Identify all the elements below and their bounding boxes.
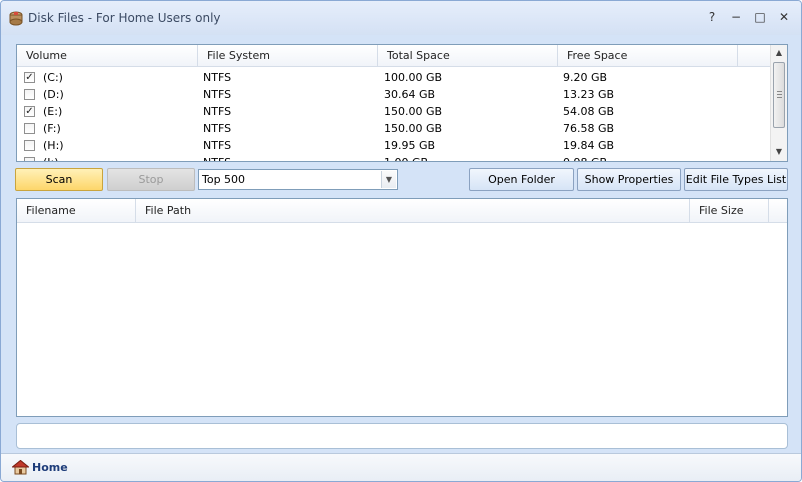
volume-cell-volume: (I:) [43, 156, 59, 161]
scroll-up-arrow-icon[interactable]: ▲ [771, 46, 787, 60]
volume-row[interactable]: ✓ (E:) NTFS 150.00 GB 54.08 GB [17, 103, 769, 120]
column-header-volume[interactable]: Volume [17, 45, 198, 67]
volume-cell-total: 1.00 GB [384, 156, 428, 161]
volume-cell-total: 150.00 GB [384, 122, 443, 135]
stop-button[interactable]: Stop [107, 168, 195, 191]
volume-cell-fs: NTFS [203, 156, 231, 161]
volume-cell-volume: (F:) [43, 122, 61, 135]
volume-cell-fs: NTFS [203, 105, 232, 118]
volume-cell-total: 19.95 GB [384, 139, 436, 152]
volume-checkbox[interactable]: ✓ [24, 106, 35, 117]
volume-cell-total: 30.64 GB [384, 88, 436, 101]
volume-row[interactable]: (F:) NTFS 150.00 GB 76.58 GB [17, 120, 769, 137]
volume-cell-fs: NTFS [203, 88, 232, 101]
volume-checkbox[interactable] [24, 140, 35, 151]
status-field [16, 423, 788, 449]
volume-cell-total: 150.00 GB [384, 105, 443, 118]
files-header: Filename File Path File Size [17, 199, 787, 223]
navigation-bar: Home [1, 453, 801, 481]
volume-cell-volume: (D:) [43, 88, 64, 101]
volume-checkbox[interactable] [24, 157, 35, 161]
volume-cell-fs: NTFS [203, 122, 232, 135]
edit-file-types-button[interactable]: Edit File Types List [684, 168, 788, 191]
top-count-select[interactable]: Top 500 ▼ [198, 169, 398, 190]
column-header-filename[interactable]: Filename [17, 199, 136, 223]
show-properties-button[interactable]: Show Properties [577, 168, 681, 191]
window-title: Disk Files - For Home Users only [28, 11, 221, 25]
help-button[interactable]: ? [704, 9, 720, 25]
volume-cell-free: 76.58 GB [563, 122, 615, 135]
volumes-header: Volume File System Total Space Free Spac… [17, 45, 771, 67]
scroll-down-arrow-icon[interactable]: ▼ [771, 145, 787, 159]
volume-row[interactable]: (D:) NTFS 30.64 GB 13.23 GB [17, 86, 769, 103]
open-folder-button[interactable]: Open Folder [469, 168, 574, 191]
close-button[interactable]: ✕ [776, 9, 792, 25]
scan-button[interactable]: Scan [15, 168, 103, 191]
top-count-value: Top 500 [202, 173, 246, 186]
chevron-down-icon[interactable]: ▼ [381, 171, 396, 188]
title-bar[interactable]: Disk Files - For Home Users only ? − □ ✕ [1, 1, 801, 35]
column-header-file-size[interactable]: File Size [690, 199, 769, 223]
house-icon[interactable] [11, 459, 30, 475]
volume-cell-volume: (E:) [43, 105, 63, 118]
main-window: Disk Files - For Home Users only ? − □ ✕… [0, 0, 802, 482]
volumes-scrollbar[interactable]: ▲ ▼ [770, 45, 787, 161]
minimize-button[interactable]: − [728, 9, 744, 25]
volume-cell-free: 13.23 GB [563, 88, 615, 101]
volume-cell-volume: (C:) [43, 71, 63, 84]
volume-cell-total: 100.00 GB [384, 71, 443, 84]
column-header-free-space[interactable]: Free Space [558, 45, 738, 67]
volume-checkbox[interactable] [24, 123, 35, 134]
maximize-button[interactable]: □ [752, 9, 768, 25]
volume-row[interactable]: (I:) NTFS 1.00 GB 0.98 GB [17, 154, 769, 161]
disk-files-app-icon [8, 10, 24, 26]
volume-cell-free: 0.98 GB [563, 156, 607, 161]
volume-cell-free: 9.20 GB [563, 71, 608, 84]
column-header-file-path[interactable]: File Path [136, 199, 690, 223]
volume-cell-fs: NTFS [203, 71, 232, 84]
files-list[interactable]: Filename File Path File Size [16, 198, 788, 417]
scrollbar-thumb[interactable] [773, 62, 785, 128]
column-header-total-space[interactable]: Total Space [378, 45, 558, 67]
volume-row[interactable]: ✓ (C:) NTFS 100.00 GB 9.20 GB [17, 69, 769, 86]
volume-cell-fs: NTFS [203, 139, 232, 152]
home-link[interactable]: Home [32, 461, 68, 474]
volume-cell-volume: (H:) [43, 139, 64, 152]
volume-cell-free: 54.08 GB [563, 105, 615, 118]
volume-checkbox[interactable]: ✓ [24, 72, 35, 83]
volume-cell-free: 19.84 GB [563, 139, 615, 152]
volume-checkbox[interactable] [24, 89, 35, 100]
volume-row[interactable]: (H:) NTFS 19.95 GB 19.84 GB [17, 137, 769, 154]
column-header-file-system[interactable]: File System [198, 45, 378, 67]
volumes-list[interactable]: Volume File System Total Space Free Spac… [16, 44, 788, 162]
